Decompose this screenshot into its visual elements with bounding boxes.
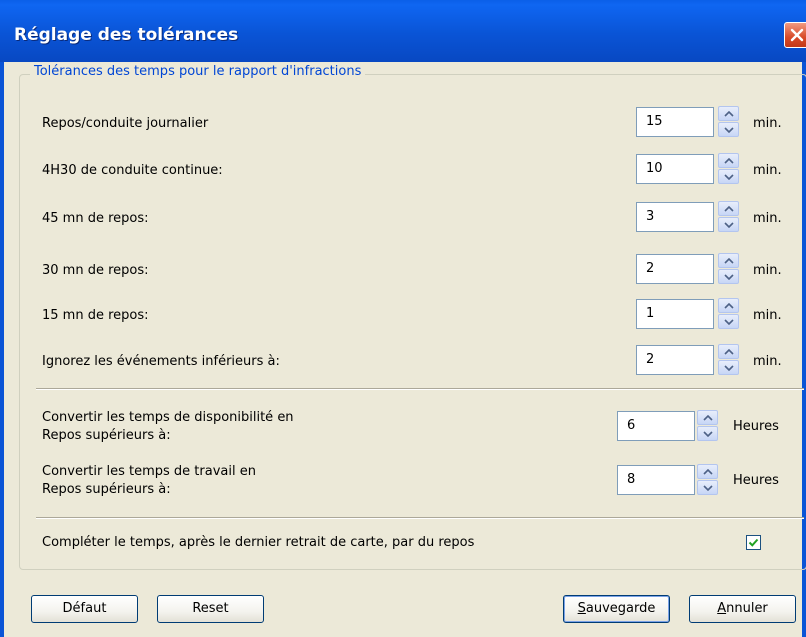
unit-label: Heures [733,473,779,488]
spin-up-button[interactable] [718,153,739,168]
arrow-up-icon [703,469,713,475]
convert-availability-label: Convertir les temps de disponibilité en … [42,409,294,445]
arrow-up-icon [703,415,713,421]
arrow-down-icon [703,431,713,437]
convert-work-spinner[interactable] [697,464,718,496]
spin-down-button[interactable] [697,480,718,495]
convert-work-input[interactable]: 8 [617,465,695,495]
row-label-continuous-driving: 4H30 de conduite continue: [42,163,223,178]
separator [36,388,804,390]
spin-down-button[interactable] [718,122,739,137]
spin-up-button[interactable] [718,106,739,121]
row-label-15mn-rest: 15 mn de repos: [42,308,149,323]
unit-label: Heures [733,419,779,434]
30mn-rest-input[interactable]: 2 [636,254,714,284]
ignore-events-spinner[interactable] [718,344,739,376]
convert-work-label: Convertir les temps de travail en Repos … [42,463,256,499]
group-legend: Tolérances des temps pour le rapport d'i… [30,64,366,79]
arrow-down-icon [703,485,713,491]
ignore-events-input[interactable]: 2 [636,345,714,375]
arrow-up-icon [724,111,734,117]
continuous-driving-spinner[interactable] [718,153,739,185]
label-line: Repos supérieurs à: [42,482,171,497]
window-title: Réglage des tolérances [14,25,239,45]
spin-up-button[interactable] [697,410,718,425]
close-button[interactable] [784,22,806,48]
arrow-down-icon [724,365,734,371]
row-label-ignore-events: Ignorez les événements inférieurs à: [42,354,280,369]
checkmark-icon [748,538,759,547]
cancel-accesskey: A [717,601,727,616]
separator [36,517,804,519]
spin-down-button[interactable] [718,269,739,284]
spin-up-button[interactable] [718,298,739,313]
spin-up-button[interactable] [718,344,739,359]
title-bar[interactable]: Réglage des tolérances [0,0,806,62]
row-label-30mn-rest: 30 mn de repos: [42,263,149,278]
row-label-45mn-rest: 45 mn de repos: [42,211,149,226]
arrow-down-icon [724,319,734,325]
45mn-rest-spinner[interactable] [718,201,739,233]
arrow-up-icon [724,349,734,355]
convert-availability-spinner[interactable] [697,410,718,442]
spin-down-button[interactable] [718,169,739,184]
label-line: Convertir les temps de disponibilité en [42,410,294,425]
daily-rest-input[interactable]: 15 [636,107,714,137]
45mn-rest-input[interactable]: 3 [636,202,714,232]
arrow-up-icon [724,158,734,164]
unit-label: min. [753,263,782,278]
save-accesskey: S [577,601,586,616]
arrow-down-icon [724,274,734,280]
cancel-button[interactable]: Annuler [689,595,796,623]
spin-down-button[interactable] [718,217,739,232]
default-button[interactable]: Défaut [31,595,138,623]
15mn-rest-input[interactable]: 1 [636,299,714,329]
arrow-down-icon [724,127,734,133]
daily-rest-spinner[interactable] [718,106,739,138]
complete-rest-label: Compléter le temps, après le dernier ret… [42,535,475,550]
unit-label: min. [753,354,782,369]
save-label: auvegarde [585,601,656,616]
arrow-down-icon [724,174,734,180]
arrow-up-icon [724,303,734,309]
spin-up-button[interactable] [718,201,739,216]
label-line: Convertir les temps de travail en [42,464,256,479]
15mn-rest-spinner[interactable] [718,298,739,330]
reset-button[interactable]: Reset [157,595,264,623]
spin-up-button[interactable] [697,464,718,479]
label-line: Repos supérieurs à: [42,428,171,443]
cancel-label: nnuler [726,601,768,616]
30mn-rest-spinner[interactable] [718,253,739,285]
unit-label: min. [753,116,782,131]
arrow-up-icon [724,258,734,264]
spin-up-button[interactable] [718,253,739,268]
save-button[interactable]: Sauvegarde [563,595,670,623]
complete-rest-checkbox[interactable] [746,535,761,550]
convert-availability-input[interactable]: 6 [617,411,695,441]
spin-down-button[interactable] [697,426,718,441]
spin-down-button[interactable] [718,314,739,329]
row-label-daily-rest: Repos/conduite journalier [42,116,209,131]
window-frame-left [0,62,4,637]
unit-label: min. [753,163,782,178]
unit-label: min. [753,308,782,323]
continuous-driving-input[interactable]: 10 [636,154,714,184]
unit-label: min. [753,211,782,226]
arrow-up-icon [724,206,734,212]
arrow-down-icon [724,222,734,228]
spin-down-button[interactable] [718,360,739,375]
